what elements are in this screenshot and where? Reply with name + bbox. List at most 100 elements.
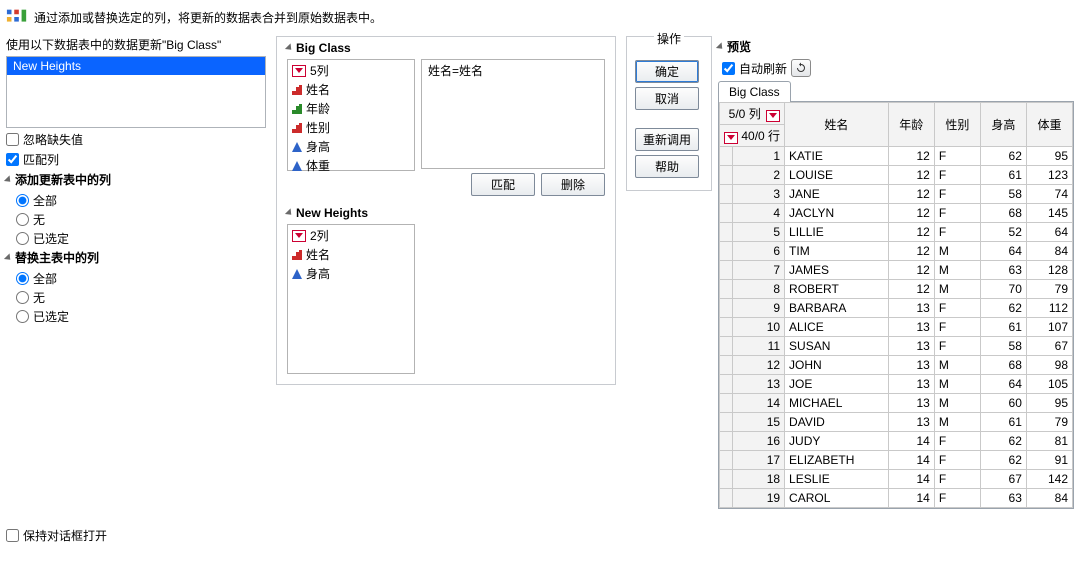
row-selector[interactable] — [720, 413, 733, 432]
table-row[interactable]: 17ELIZABETH14F6291 — [720, 451, 1073, 470]
row-index[interactable]: 3 — [732, 185, 784, 204]
cell[interactable]: 61 — [980, 318, 1026, 337]
cell[interactable]: F — [934, 337, 980, 356]
row-selector[interactable] — [720, 166, 733, 185]
cell[interactable]: M — [934, 375, 980, 394]
match-button[interactable]: 匹配 — [471, 173, 535, 196]
cell[interactable]: 142 — [1026, 470, 1072, 489]
replace-all-radio[interactable] — [16, 272, 29, 285]
column-item[interactable]: 性别 — [292, 119, 410, 136]
cell[interactable]: 12 — [888, 280, 934, 299]
cell[interactable]: F — [934, 299, 980, 318]
cell[interactable]: 58 — [980, 185, 1026, 204]
add-selected-radio[interactable] — [16, 232, 29, 245]
row-index[interactable]: 18 — [732, 470, 784, 489]
cell[interactable]: 12 — [888, 223, 934, 242]
row-index[interactable]: 4 — [732, 204, 784, 223]
cell[interactable]: M — [934, 394, 980, 413]
table-row[interactable]: 18LESLIE14F67142 — [720, 470, 1073, 489]
cell[interactable]: 145 — [1026, 204, 1072, 223]
column-item[interactable]: 姓名 — [292, 246, 410, 263]
table-row[interactable]: 8ROBERT12M7079 — [720, 280, 1073, 299]
refresh-button[interactable] — [791, 59, 811, 77]
table-row[interactable]: 9BARBARA13F62112 — [720, 299, 1073, 318]
cell[interactable]: 52 — [980, 223, 1026, 242]
replace-selected-radio[interactable] — [16, 310, 29, 323]
cell[interactable]: 128 — [1026, 261, 1072, 280]
columns-dropdown-icon[interactable] — [292, 65, 306, 77]
cell[interactable]: 123 — [1026, 166, 1072, 185]
row-selector[interactable] — [720, 280, 733, 299]
source-columns-box[interactable]: 2列 姓名身高 — [287, 224, 415, 374]
recall-button[interactable]: 重新调用 — [635, 128, 699, 151]
cell[interactable]: 67 — [1026, 337, 1072, 356]
row-index[interactable]: 10 — [732, 318, 784, 337]
row-index[interactable]: 12 — [732, 356, 784, 375]
cell[interactable]: 98 — [1026, 356, 1072, 375]
col-header[interactable]: 体重 — [1026, 103, 1072, 147]
cell[interactable]: 63 — [980, 489, 1026, 508]
cell[interactable]: 13 — [888, 337, 934, 356]
row-selector[interactable] — [720, 318, 733, 337]
cell[interactable]: BARBARA — [785, 299, 889, 318]
cell[interactable]: 13 — [888, 375, 934, 394]
match-pair[interactable]: 姓名=姓名 — [428, 62, 598, 79]
cell[interactable]: F — [934, 185, 980, 204]
column-item[interactable]: 身高 — [292, 138, 410, 155]
row-index[interactable]: 7 — [732, 261, 784, 280]
row-selector[interactable] — [720, 451, 733, 470]
match-list[interactable]: 姓名=姓名 — [421, 59, 605, 169]
row-index[interactable]: 11 — [732, 337, 784, 356]
cell[interactable]: 60 — [980, 394, 1026, 413]
table-row[interactable]: 15DAVID13M6179 — [720, 413, 1073, 432]
cell[interactable]: 91 — [1026, 451, 1072, 470]
row-selector[interactable] — [720, 223, 733, 242]
cell[interactable]: 14 — [888, 451, 934, 470]
replace-none-radio[interactable] — [16, 291, 29, 304]
table-row[interactable]: 13JOE13M64105 — [720, 375, 1073, 394]
cell[interactable]: 58 — [980, 337, 1026, 356]
row-selector[interactable] — [720, 394, 733, 413]
disclosure-icon[interactable] — [716, 42, 725, 51]
column-item[interactable]: 年龄 — [292, 100, 410, 117]
row-index[interactable]: 17 — [732, 451, 784, 470]
cell[interactable]: 81 — [1026, 432, 1072, 451]
cell[interactable]: 107 — [1026, 318, 1072, 337]
cell[interactable]: 12 — [888, 242, 934, 261]
cell[interactable]: F — [934, 166, 980, 185]
row-selector[interactable] — [720, 375, 733, 394]
cell[interactable]: 12 — [888, 147, 934, 166]
disclosure-icon[interactable] — [285, 43, 294, 52]
row-selector[interactable] — [720, 204, 733, 223]
cell[interactable]: JAMES — [785, 261, 889, 280]
cell[interactable]: 62 — [980, 299, 1026, 318]
column-item[interactable]: 身高 — [292, 265, 410, 282]
cell[interactable]: LOUISE — [785, 166, 889, 185]
column-item[interactable]: 姓名 — [292, 81, 410, 98]
cell[interactable]: 13 — [888, 413, 934, 432]
cell[interactable]: F — [934, 489, 980, 508]
cols-menu-icon[interactable] — [766, 110, 780, 122]
source-tables-list[interactable]: New Heights — [6, 56, 266, 128]
delete-button[interactable]: 删除 — [541, 173, 605, 196]
row-selector[interactable] — [720, 261, 733, 280]
cancel-button[interactable]: 取消 — [635, 87, 699, 110]
cell[interactable]: ALICE — [785, 318, 889, 337]
row-index[interactable]: 14 — [732, 394, 784, 413]
cell[interactable]: F — [934, 451, 980, 470]
cell[interactable]: 105 — [1026, 375, 1072, 394]
match-col-checkbox[interactable] — [6, 153, 19, 166]
cell[interactable]: 61 — [980, 166, 1026, 185]
cell[interactable]: 13 — [888, 356, 934, 375]
row-index[interactable]: 6 — [732, 242, 784, 261]
row-index[interactable]: 16 — [732, 432, 784, 451]
cell[interactable]: JACLYN — [785, 204, 889, 223]
row-selector[interactable] — [720, 337, 733, 356]
cell[interactable]: SUSAN — [785, 337, 889, 356]
columns-dropdown-icon[interactable] — [292, 230, 306, 242]
table-row[interactable]: 6TIM12M6484 — [720, 242, 1073, 261]
add-all-radio[interactable] — [16, 194, 29, 207]
cell[interactable]: 95 — [1026, 394, 1072, 413]
target-columns-box[interactable]: 5列 姓名年龄性别身高体重 — [287, 59, 415, 171]
cell[interactable]: LESLIE — [785, 470, 889, 489]
